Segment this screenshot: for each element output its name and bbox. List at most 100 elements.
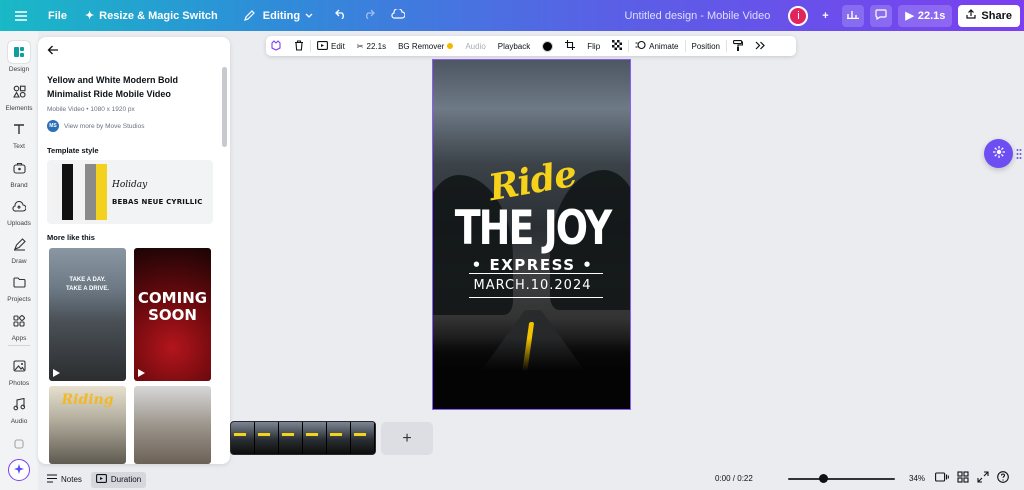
share-label: Share	[981, 9, 1012, 22]
rail-item-photos[interactable]: Photos	[0, 355, 38, 387]
template-style-card[interactable]: Holiday BEBAS NEUE CYRILLIC	[47, 160, 213, 224]
rail-item-more[interactable]	[0, 433, 38, 455]
rail-item-elements[interactable]: Elements	[0, 80, 38, 112]
rail-label: Audio	[10, 418, 28, 425]
zoom-slider-track[interactable]	[788, 478, 895, 480]
thumbnail-caption: TAKE A DAY. TAKE A DRIVE.	[65, 277, 110, 292]
bg-remover-button[interactable]: BG Remover	[392, 36, 459, 56]
bg-remover-label: BG Remover	[398, 41, 445, 51]
duration-button[interactable]: Duration	[90, 471, 147, 488]
add-collaborator-button[interactable]: +	[814, 5, 836, 27]
author-label: View more by Move Studios	[64, 122, 145, 130]
view-controls	[935, 471, 1009, 485]
menu-button[interactable]	[0, 0, 38, 31]
car-dashboard	[433, 338, 630, 409]
undo-icon	[335, 9, 347, 22]
playback-button[interactable]: Playback	[492, 36, 536, 56]
rail-label: Draw	[11, 258, 27, 265]
template-thumbnail[interactable]: Riding	[49, 386, 126, 464]
font-sample-display: BEBAS NEUE CYRILLIC	[112, 198, 203, 206]
back-button[interactable]	[47, 44, 61, 58]
thumbnail-caption: Riding	[61, 392, 114, 408]
design-date[interactable]: MARCH.10.2024	[433, 278, 630, 293]
panel-scrollbar[interactable]	[222, 67, 227, 147]
style-button[interactable]	[266, 36, 288, 56]
resize-button[interactable]: ✦ Resize & Magic Switch	[75, 0, 226, 31]
editing-mode-button[interactable]: Editing	[226, 0, 321, 31]
rail-item-design[interactable]: Design	[0, 41, 38, 73]
rail-item-audio[interactable]: Audio	[0, 393, 38, 425]
file-menu[interactable]: File	[38, 0, 75, 31]
grid-view-icon[interactable]	[957, 471, 969, 485]
redo-button[interactable]	[355, 0, 383, 31]
cloud-save-button[interactable]	[383, 0, 413, 31]
apps-icon	[8, 310, 30, 332]
delete-button[interactable]	[288, 36, 310, 56]
template-thumbnail[interactable]: COMING SOON	[134, 248, 211, 381]
design-canvas[interactable]: Ride THE JOY • EXPRESS • MARCH.10.2024	[432, 59, 631, 410]
swatch	[51, 164, 63, 220]
crop-icon	[565, 40, 576, 52]
timeline-clip[interactable]	[230, 421, 376, 455]
color-button[interactable]	[536, 36, 559, 56]
magic-assistant-button[interactable]	[8, 459, 30, 481]
swatch	[84, 164, 96, 220]
clip-frame	[231, 422, 255, 454]
sparkle-icon	[13, 463, 25, 478]
rail-item-uploads[interactable]: Uploads	[0, 195, 38, 227]
crop-button[interactable]	[559, 36, 581, 56]
zoom-slider-knob[interactable]	[819, 474, 828, 483]
topbar-right: Untitled design - Mobile Video i + ▶ 22.…	[624, 0, 1024, 31]
more-options-button[interactable]	[749, 36, 771, 56]
animate-button[interactable]: Animate	[629, 36, 684, 56]
rail-item-brand[interactable]: Brand	[0, 157, 38, 189]
position-button[interactable]: Position	[686, 36, 726, 56]
rail-item-projects[interactable]: Projects	[0, 271, 38, 303]
add-page-button[interactable]: +	[381, 422, 433, 455]
bar-chart-icon	[847, 9, 860, 22]
author-link[interactable]: MS View more by Move Studios	[47, 120, 144, 132]
video-edit-icon	[317, 40, 328, 52]
template-title: Yellow and White Modern Bold Minimalist …	[47, 75, 179, 99]
magic-media-button[interactable]	[984, 139, 1013, 168]
fullscreen-icon[interactable]	[977, 471, 989, 485]
pages-view-icon[interactable]	[935, 471, 949, 485]
insights-button[interactable]	[842, 4, 865, 27]
checkerboard-icon	[612, 40, 623, 52]
help-icon[interactable]	[997, 471, 1009, 485]
editing-label: Editing	[262, 9, 301, 22]
swatch	[62, 164, 74, 220]
flip-button[interactable]: Flip	[581, 36, 606, 56]
copy-style-button[interactable]	[727, 36, 749, 56]
rail-item-apps[interactable]: Apps	[0, 310, 38, 342]
audio-button[interactable]: Audio	[459, 36, 491, 56]
elements-icon	[8, 80, 30, 102]
notes-icon	[47, 474, 57, 485]
left-rail: Design Elements Text Brand Uploads Draw	[0, 31, 38, 490]
avatar[interactable]: i	[788, 5, 809, 26]
rail-divider	[8, 345, 30, 346]
template-thumbnail[interactable]: TAKE A DAY. TAKE A DRIVE.	[49, 248, 126, 381]
color-swatch-icon	[542, 40, 554, 52]
play-button[interactable]: ▶ 22.1s	[898, 4, 953, 27]
notes-button[interactable]: Notes	[42, 472, 87, 488]
swatch	[95, 164, 108, 220]
rail-item-text[interactable]: Text	[0, 118, 38, 150]
template-thumbnail[interactable]	[134, 386, 211, 464]
transparency-button[interactable]	[606, 36, 628, 56]
drag-handle-icon[interactable]	[1016, 148, 1022, 160]
comments-button[interactable]	[870, 4, 893, 27]
document-title[interactable]: Untitled design - Mobile Video	[624, 10, 770, 22]
zoom-level[interactable]: 34%	[909, 474, 925, 483]
clip-frame	[351, 422, 375, 454]
edit-button[interactable]: Edit	[311, 36, 351, 56]
magic-style-icon	[271, 39, 282, 53]
rail-item-draw[interactable]: Draw	[0, 233, 38, 265]
thumbnail-caption: COMING SOON	[137, 289, 208, 324]
design-headline[interactable]: THE JOY	[433, 200, 630, 255]
trim-button[interactable]: ✂ 22.1s	[351, 36, 392, 56]
paint-roller-icon	[733, 39, 744, 53]
share-button[interactable]: Share	[958, 4, 1020, 27]
undo-button[interactable]	[321, 0, 355, 31]
design-subheadline[interactable]: • EXPRESS •	[433, 256, 630, 274]
